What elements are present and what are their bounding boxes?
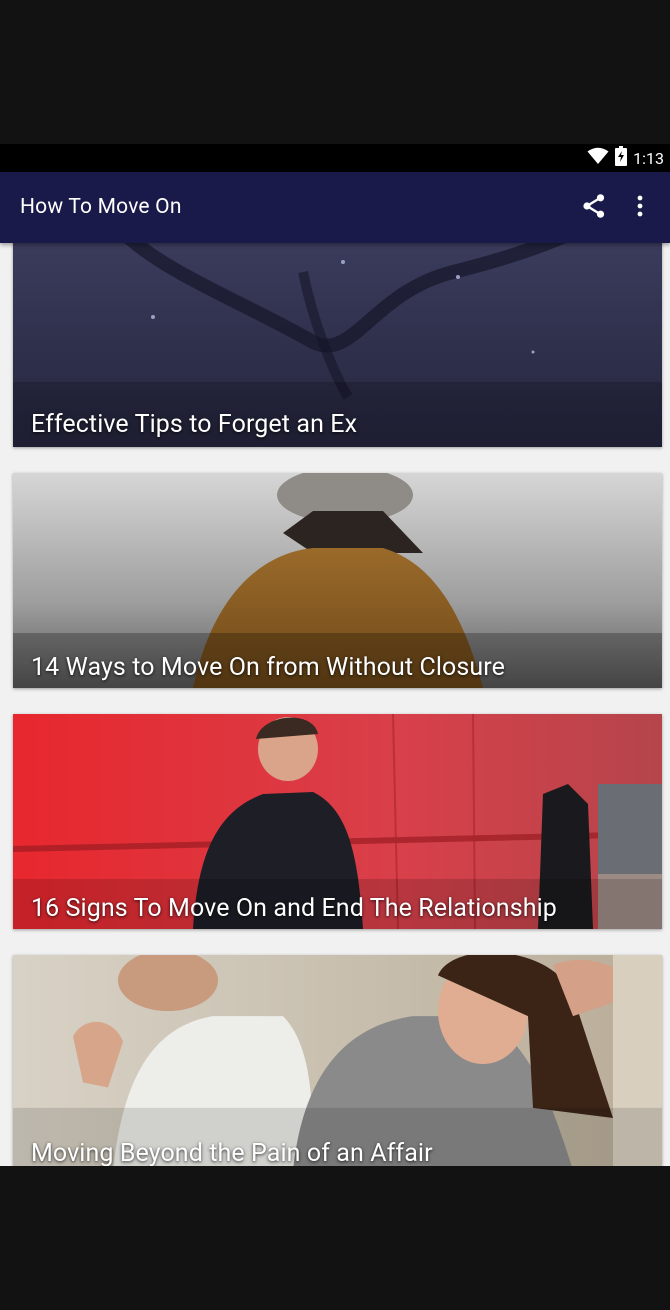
- article-title: Moving Beyond the Pain of an Affair: [31, 1139, 433, 1166]
- article-list[interactable]: Effective Tips to Forget an Ex 14 Ways t…: [0, 243, 670, 1166]
- article-card[interactable]: 14 Ways to Move On from Without Closure: [13, 473, 662, 688]
- more-vert-icon: [636, 194, 644, 222]
- status-bar: 1:13: [0, 144, 670, 172]
- article-card[interactable]: 16 Signs To Move On and End The Relation…: [13, 714, 662, 929]
- wifi-icon: [587, 147, 609, 169]
- article-title: 14 Ways to Move On from Without Closure: [31, 653, 505, 682]
- battery-icon: [615, 146, 628, 170]
- article-image: [13, 955, 662, 1166]
- article-card[interactable]: Moving Beyond the Pain of an Affair: [13, 955, 662, 1166]
- status-icons: 1:13: [587, 146, 664, 170]
- article-title: Effective Tips to Forget an Ex: [31, 410, 358, 439]
- app-bar: How To Move On: [0, 172, 670, 243]
- letterbox-top: [0, 0, 670, 144]
- letterbox-bottom: [0, 1166, 670, 1310]
- app-title: How To Move On: [20, 195, 182, 219]
- phone-screen: 1:13 How To Move On Effective Tips to Fo…: [0, 144, 670, 1166]
- article-card[interactable]: Effective Tips to Forget an Ex: [13, 243, 662, 447]
- share-icon: [581, 193, 607, 223]
- article-title: 16 Signs To Move On and End The Relation…: [31, 894, 557, 923]
- share-button[interactable]: [576, 190, 612, 226]
- clock: 1:13: [633, 148, 664, 168]
- more-options-button[interactable]: [622, 190, 658, 226]
